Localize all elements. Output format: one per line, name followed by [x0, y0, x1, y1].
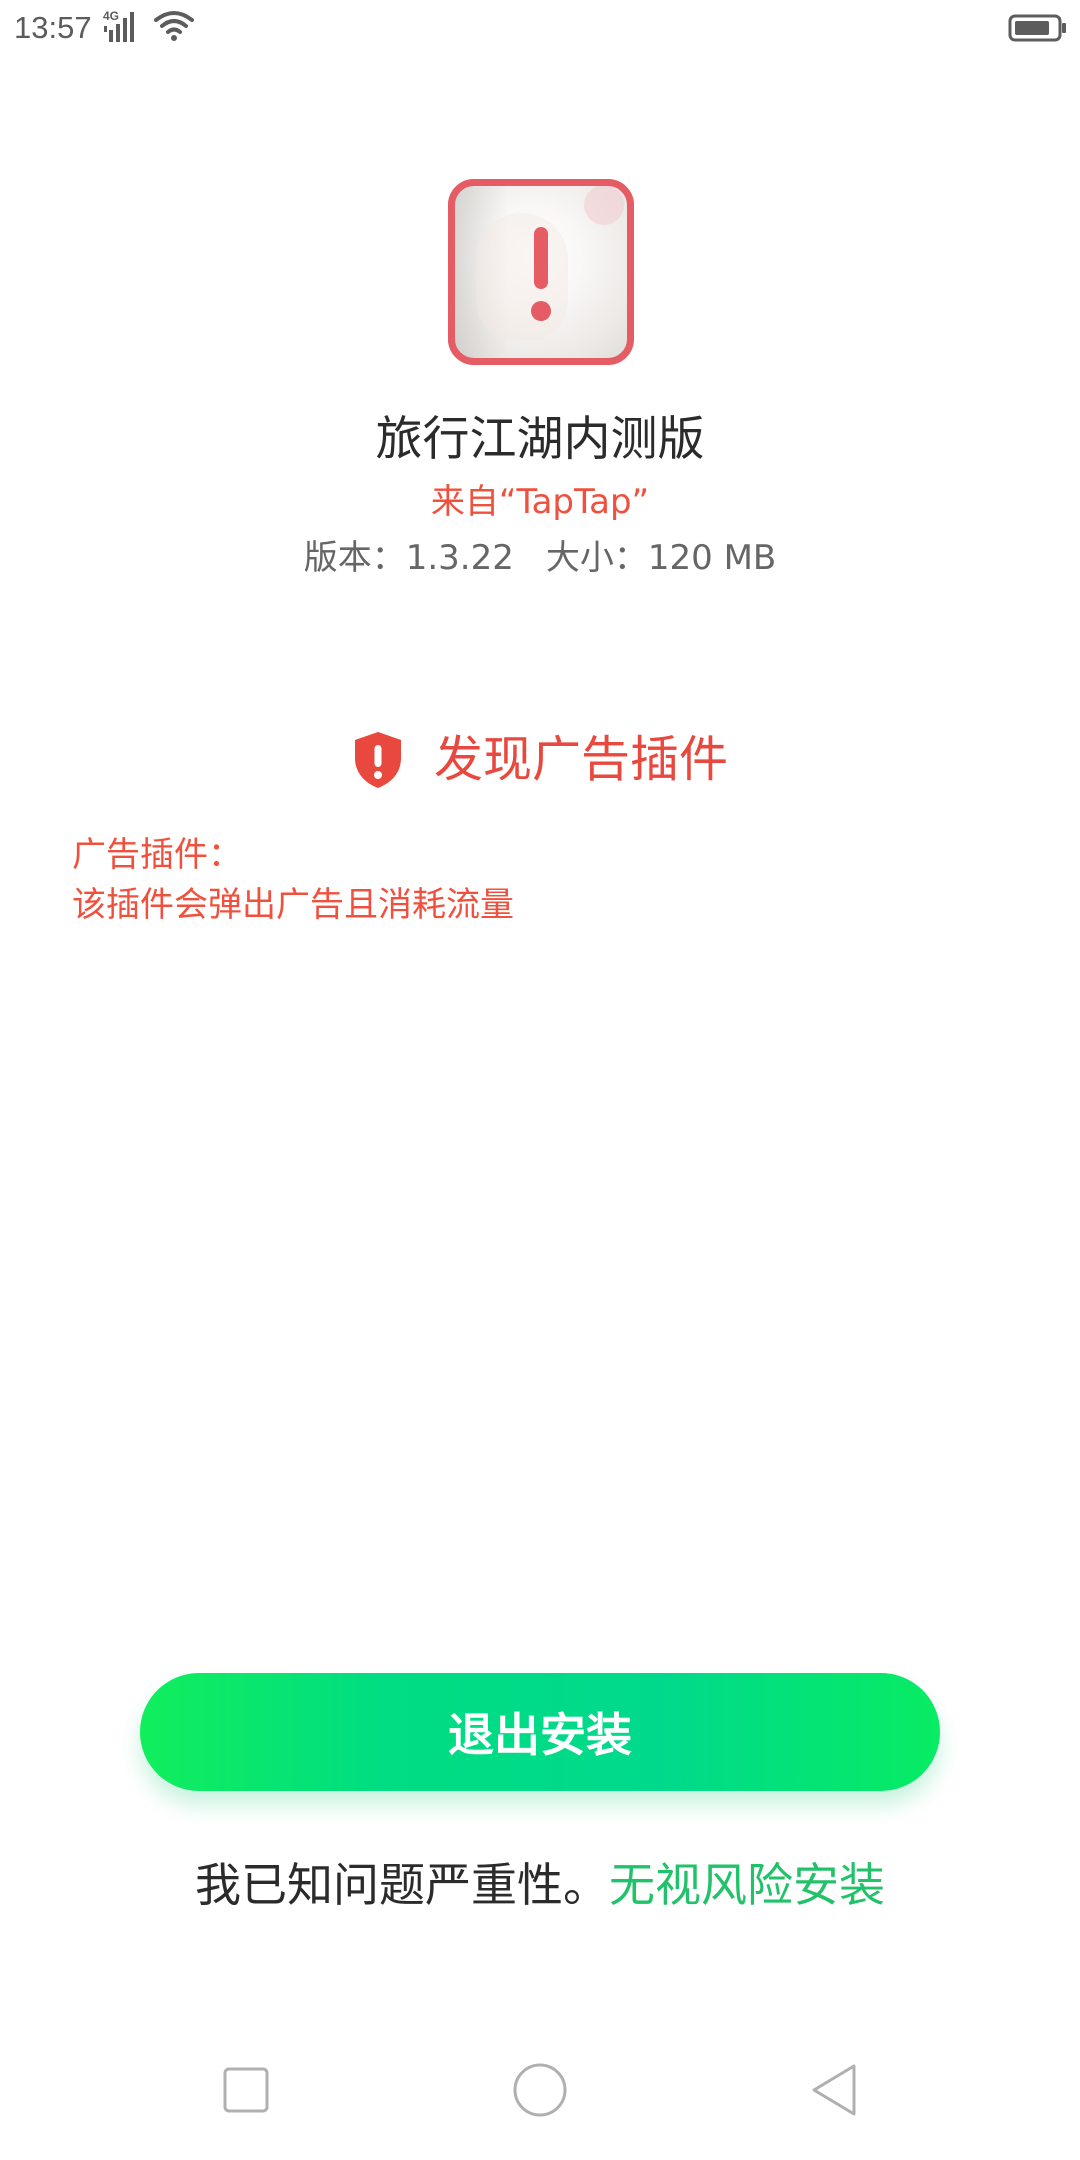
status-time: 13:57 [14, 10, 92, 45]
warning-detail-title: 广告插件： [72, 835, 242, 875]
warning-header: 发现广告插件 [0, 728, 1080, 792]
version-label: 版本： [303, 538, 406, 578]
back-icon [812, 2064, 856, 2116]
size-value: 120 MB [647, 538, 777, 578]
shield-alert-icon [354, 732, 401, 788]
warning-detail: 广告插件： 该插件会弹出广告且消耗流量 [72, 830, 972, 930]
app-name: 旅行江湖内测版 [375, 412, 705, 467]
ignore-risk-prefix: 我已知问题严重性。 [195, 1858, 609, 1912]
warning-detail-text: 该插件会弹出广告且消耗流量 [72, 885, 514, 925]
recents-icon [223, 2067, 269, 2113]
exclamation-icon [531, 227, 551, 321]
ignore-risk-install-link[interactable]: 无视风险安装 [609, 1858, 885, 1912]
ignore-risk-row: 我已知问题严重性。无视风险安装 [0, 1850, 1080, 1920]
app-meta: 版本：1.3.22 大小：120 MB [0, 534, 1080, 582]
version-value: 1.3.22 [405, 538, 514, 578]
navigation-bar [0, 2040, 1080, 2160]
home-icon [513, 2063, 567, 2117]
signal-icon: 4G [103, 10, 143, 44]
home-button[interactable] [480, 2040, 600, 2140]
recents-button[interactable] [186, 2040, 306, 2140]
app-source: 来自“TapTap” [430, 482, 650, 522]
warning-title: 发现广告插件 [433, 731, 728, 788]
exit-install-button[interactable]: 退出安装 [140, 1673, 940, 1791]
back-button[interactable] [774, 2040, 894, 2140]
status-bar: 13:57 4G [0, 0, 1080, 56]
size-label: 大小： [545, 538, 648, 578]
wifi-icon [154, 10, 194, 42]
battery-icon [1008, 14, 1068, 42]
app-icon [448, 179, 634, 365]
